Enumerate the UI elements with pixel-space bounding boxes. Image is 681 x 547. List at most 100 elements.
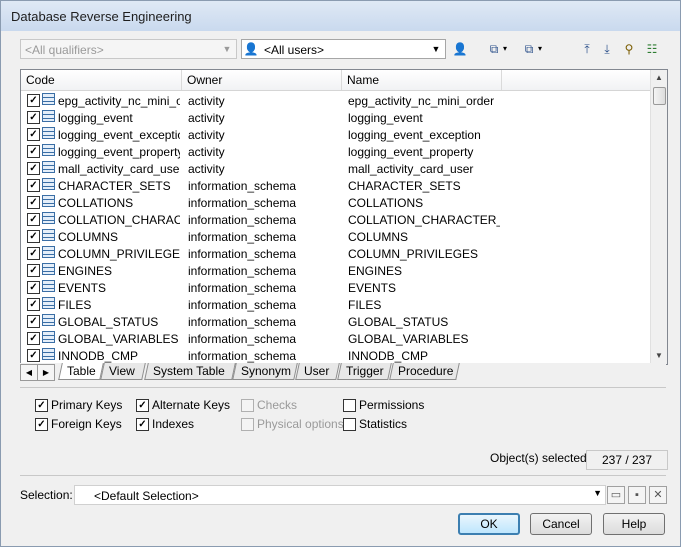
table-row[interactable]: ✓ COLLATION_CHARAC... information_schema CO… [21, 211, 651, 228]
cell-owner: information_schema [188, 230, 297, 244]
table-row[interactable]: ✓ logging_event_property activity logging_e… [21, 143, 651, 160]
row-checkbox[interactable]: ✓ [27, 230, 40, 243]
tab-system-table[interactable]: System Table [144, 363, 236, 380]
cell-name: logging_event [348, 111, 423, 125]
row-checkbox[interactable]: ✓ [27, 332, 40, 345]
filter-icon[interactable]: ⚲ [620, 40, 638, 58]
table-row[interactable]: ✓ INNODB_CMP information_schema INNODB_CMP [21, 347, 651, 364]
row-checkbox[interactable]: ✓ [27, 94, 40, 107]
table-row[interactable]: ✓ ENGINES information_schema ENGINES [21, 262, 651, 279]
table-row[interactable]: ✓ CHARACTER_SETS information_schema CHARACT… [21, 177, 651, 194]
cell-code: COLUMNS [58, 230, 119, 244]
checkbox-box [343, 399, 356, 412]
table-icon [42, 331, 55, 343]
column-header-code[interactable]: Code [21, 70, 182, 90]
clear-filter-icon[interactable]: ☷ [643, 40, 661, 58]
title-bar[interactable]: Database Reverse Engineering [1, 1, 680, 31]
table-row[interactable]: ✓ FILES information_schema FILES [21, 296, 651, 313]
tab-procedure[interactable]: Procedure [389, 363, 460, 380]
qualifier-select[interactable]: <All qualifiers> ▼ [20, 39, 237, 59]
scroll-down-icon[interactable]: ▼ [651, 348, 667, 364]
cell-code: epg_activity_nc_mini_o... [58, 94, 180, 108]
cell-name: GLOBAL_VARIABLES [348, 332, 469, 346]
row-checkbox[interactable]: ✓ [27, 145, 40, 158]
cell-code: COLUMN_PRIVILEGES [58, 247, 180, 261]
table-icon [42, 144, 55, 156]
table-row[interactable]: ✓ EVENTS information_schema EVENTS [21, 279, 651, 296]
table-icon [42, 93, 55, 105]
table-row[interactable]: ✓ GLOBAL_VARIABLES information_schema GLOBA… [21, 330, 651, 347]
move-top-icon[interactable]: ⤒ [578, 40, 596, 58]
row-checkbox[interactable]: ✓ [27, 349, 40, 362]
owner-filter-icon[interactable]: 👤 [451, 40, 469, 58]
row-checkbox[interactable]: ✓ [27, 298, 40, 311]
table-row[interactable]: ✓ COLUMNS information_schema COLUMNS [21, 228, 651, 245]
checkbox-box [241, 399, 254, 412]
checkbox-box: ✓ [35, 418, 48, 431]
table-row[interactable]: ✓ mall_activity_card_user activity mall_act… [21, 160, 651, 177]
open-folder-icon[interactable]: ▭ [607, 486, 625, 504]
tab-scroll-left-icon[interactable]: ◀ [20, 364, 38, 381]
table-row[interactable]: ✓ logging_event_exception activity logging_… [21, 126, 651, 143]
tab-scroll-right-icon[interactable]: ▶ [37, 364, 55, 381]
column-header-name[interactable]: Name [342, 70, 502, 90]
row-checkbox[interactable]: ✓ [27, 315, 40, 328]
row-checkbox[interactable]: ✓ [27, 128, 40, 141]
vertical-scrollbar[interactable]: ▲ ▼ [650, 70, 667, 364]
row-checkbox[interactable]: ✓ [27, 179, 40, 192]
cell-name: COLUMN_PRIVILEGES [348, 247, 479, 261]
scroll-up-icon[interactable]: ▲ [651, 70, 667, 86]
table-icon [42, 229, 55, 241]
cell-name: logging_event_property [348, 145, 474, 159]
scroll-thumb[interactable] [653, 87, 666, 105]
cell-code: mall_activity_card_user [58, 162, 180, 176]
row-checkbox[interactable]: ✓ [27, 196, 40, 209]
help-button[interactable]: Help [603, 513, 665, 535]
tab-user[interactable]: User [295, 363, 340, 380]
cell-code: COLLATION_CHARAC... [58, 213, 180, 227]
cell-code: ENGINES [58, 264, 113, 278]
ok-button[interactable]: OK [458, 513, 520, 535]
table-row[interactable]: ✓ COLLATIONS information_schema COLLATIONS [21, 194, 651, 211]
checkbox-box: ✓ [136, 399, 149, 412]
cell-owner: information_schema [188, 179, 297, 193]
tab-synonym[interactable]: Synonym [232, 363, 298, 380]
cell-owner: information_schema [188, 264, 297, 278]
table-row[interactable]: ✓ COLUMN_PRIVILEGES information_schema COLU… [21, 245, 651, 262]
cell-owner: information_schema [188, 332, 297, 346]
select-all-icon[interactable]: ⧉ [485, 40, 507, 58]
cancel-button[interactable]: Cancel [530, 513, 592, 535]
cell-name: epg_activity_nc_mini_order [348, 94, 495, 108]
row-checkbox[interactable]: ✓ [27, 247, 40, 260]
row-checkbox[interactable]: ✓ [27, 264, 40, 277]
filter-toolbar: <All qualifiers> ▼ 👤 <All users> ▼ 👤 ⧉ ⧉… [1, 35, 680, 63]
cell-owner: information_schema [188, 196, 297, 210]
save-icon[interactable]: ▪ [628, 486, 646, 504]
cell-owner: activity [188, 128, 225, 142]
row-checkbox[interactable]: ✓ [27, 213, 40, 226]
object-list[interactable]: Code Owner Name ✓ epg_activity_nc_mini_o.… [20, 69, 668, 365]
cell-name: ENGINES [348, 264, 403, 278]
tab-view[interactable]: View [100, 363, 146, 380]
tab-table[interactable]: Table [58, 363, 104, 380]
row-checkbox[interactable]: ✓ [27, 162, 40, 175]
table-row[interactable]: ✓ epg_activity_nc_mini_o... activity epg_ac… [21, 92, 651, 109]
selection-value: <Default Selection> [94, 489, 199, 503]
table-row[interactable]: ✓ logging_event activity logging_event [21, 109, 651, 126]
owner-select[interactable]: 👤 <All users> ▼ [241, 39, 446, 59]
cell-code: logging_event_property [58, 145, 180, 159]
checkbox-box [343, 418, 356, 431]
tab-trigger[interactable]: Trigger [337, 363, 392, 380]
table-icon [42, 246, 55, 258]
cell-name: mall_activity_card_user [348, 162, 474, 176]
column-header-owner[interactable]: Owner [182, 70, 342, 90]
deselect-all-icon[interactable]: ⧉ [520, 40, 542, 58]
row-checkbox[interactable]: ✓ [27, 111, 40, 124]
move-bottom-icon[interactable]: ⤓ [598, 40, 616, 58]
table-icon [42, 348, 55, 360]
cell-code: logging_event_exception [58, 128, 180, 142]
row-checkbox[interactable]: ✓ [27, 281, 40, 294]
delete-icon[interactable]: ✕ [649, 486, 667, 504]
table-row[interactable]: ✓ GLOBAL_STATUS information_schema GLOBAL_S… [21, 313, 651, 330]
selection-select[interactable]: <Default Selection> ▼ [74, 485, 606, 505]
